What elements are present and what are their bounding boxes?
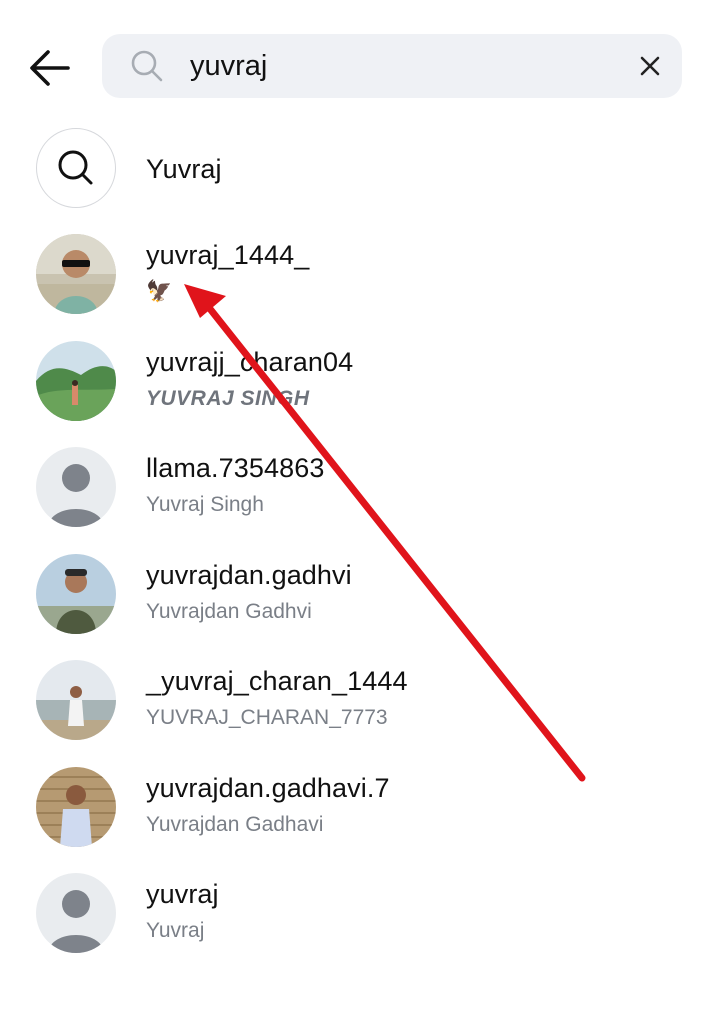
search-results: Yuvraj yuvraj_1444_ 🦅 yuvrajj_charan04 Y…: [0, 0, 718, 1024]
subtitle: YUVRAJ_CHARAN_7773: [146, 706, 388, 729]
avatar: [36, 873, 116, 953]
result-row[interactable]: yuvraj_1444_ 🦅: [0, 234, 718, 340]
username: yuvraj: [146, 879, 219, 909]
result-row[interactable]: yuvrajdan.gadhvi Yuvrajdan Gadhvi: [0, 554, 718, 660]
result-row[interactable]: _yuvraj_charan_1444 YUVRAJ_CHARAN_7773: [0, 660, 718, 766]
subtitle: Yuvraj: [146, 919, 205, 942]
avatar: [36, 447, 116, 527]
default-avatar-icon: [36, 873, 116, 953]
avatar: [36, 554, 116, 634]
result-row[interactable]: yuvraj Yuvraj: [0, 873, 718, 979]
default-avatar-icon: [36, 447, 116, 527]
result-row[interactable]: llama.7354863 Yuvraj Singh: [0, 447, 718, 553]
avatar: [36, 341, 116, 421]
search-icon: [58, 150, 93, 185]
subtitle: 🦅: [146, 280, 173, 303]
username: yuvrajdan.gadhvi: [146, 560, 352, 590]
username: _yuvraj_charan_1444: [146, 666, 408, 696]
username: yuvrajdan.gadhavi.7: [146, 773, 390, 803]
result-row[interactable]: yuvrajj_charan04 YUVRAJ SINGH: [0, 341, 718, 447]
subtitle: Yuvraj Singh: [146, 493, 264, 516]
query-suggestion-row[interactable]: Yuvraj: [0, 128, 718, 234]
query-search-circle: [36, 128, 116, 208]
avatar: [36, 767, 116, 847]
result-row[interactable]: yuvrajdan.gadhavi.7 Yuvrajdan Gadhavi: [0, 767, 718, 873]
subtitle: YUVRAJ SINGH: [146, 387, 310, 410]
username: yuvraj_1444_: [146, 240, 310, 270]
username: llama.7354863: [146, 453, 325, 483]
query-suggestion-label: Yuvraj: [146, 154, 222, 184]
subtitle: Yuvrajdan Gadhvi: [146, 600, 312, 623]
subtitle: Yuvrajdan Gadhavi: [146, 813, 324, 836]
avatar: [36, 234, 116, 314]
username: yuvrajj_charan04: [146, 347, 354, 377]
avatar: [36, 660, 116, 740]
